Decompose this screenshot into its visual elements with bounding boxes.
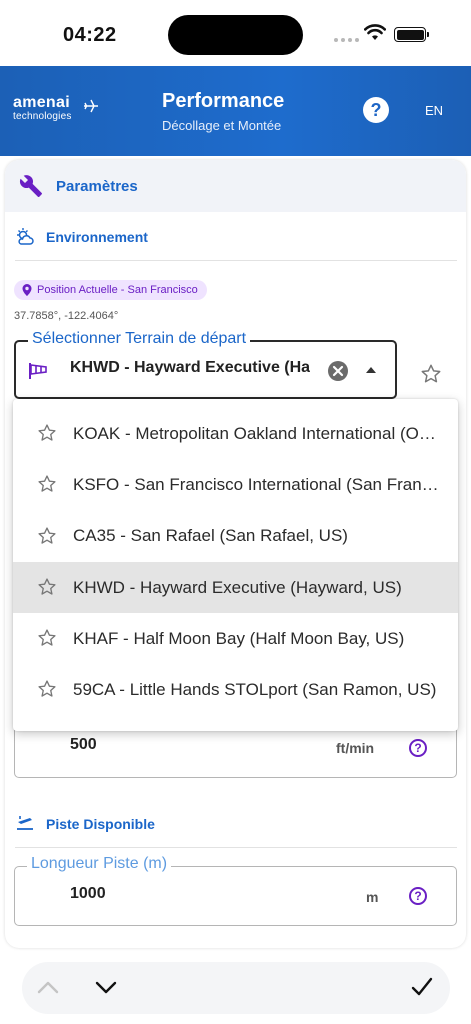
- signal-dots-icon: [334, 38, 359, 42]
- climb-rate-value: 500: [70, 736, 97, 753]
- airport-option[interactable]: KOAK - Metropolitan Oakland Internationa…: [13, 408, 458, 459]
- runway-length-unit: m: [366, 889, 379, 905]
- departure-field-label: Sélectionner Terrain de départ: [28, 330, 251, 348]
- windsock-icon: [29, 363, 47, 379]
- departure-field-value: KHWD - Hayward Executive (Ha: [70, 359, 310, 376]
- card-title: Paramètres: [56, 178, 138, 195]
- battery-icon: [394, 27, 429, 42]
- wifi-icon: [364, 24, 386, 40]
- runway-length-value: 1000: [70, 885, 106, 902]
- logo-line1: amenai: [13, 94, 70, 111]
- status-bar: 04:22: [0, 0, 471, 66]
- runway-length-help-icon[interactable]: ?: [409, 887, 427, 905]
- airport-option[interactable]: KHAF - Half Moon Bay (Half Moon Bay, US): [13, 613, 458, 664]
- clear-icon[interactable]: [327, 360, 349, 382]
- wrench-icon: [19, 175, 42, 197]
- dynamic-island: [168, 15, 303, 55]
- airport-option-label: KSFO - San Francisco International (San …: [73, 474, 443, 494]
- favorite-star-icon[interactable]: [420, 363, 442, 385]
- airport-option-label: CA35 - San Rafael (San Rafael, US): [73, 526, 348, 546]
- page-title: Performance: [162, 90, 285, 112]
- airport-option-selected[interactable]: KHWD - Hayward Executive (Hayward, US): [13, 561, 458, 614]
- company-logo: amenai technologies: [13, 94, 98, 122]
- star-icon[interactable]: [37, 577, 57, 597]
- airport-option-label: KOAK - Metropolitan Oakland Internationa…: [73, 423, 443, 443]
- divider: [15, 847, 457, 848]
- runway-length-field[interactable]: Longueur Piste (m) 1000 m ?: [14, 855, 457, 926]
- climb-rate-unit: ft/min: [336, 740, 375, 756]
- star-icon[interactable]: [37, 526, 57, 546]
- star-icon[interactable]: [37, 679, 57, 699]
- divider: [15, 260, 457, 261]
- status-time: 04:22: [63, 24, 117, 46]
- runway-icon: [17, 816, 33, 830]
- airport-option-label: KHWD - Hayward Executive (Hayward, US): [73, 577, 402, 597]
- airport-option[interactable]: 59CA - Little Hands STOLport (San Ramon,…: [13, 664, 458, 715]
- airport-option[interactable]: KSFO - San Francisco International (San …: [13, 459, 458, 510]
- climb-rate-help-icon[interactable]: ?: [409, 739, 427, 757]
- input-accessory-toolbar: [22, 962, 450, 1014]
- airport-dropdown-list: KOAK - Metropolitan Oakland Internationa…: [13, 399, 458, 731]
- weather-icon: [17, 228, 34, 245]
- dropdown-arrow-icon[interactable]: [365, 366, 377, 374]
- environment-section-title: Environnement: [46, 229, 148, 245]
- coordinates-text: 37.7858°, -122.4064°: [14, 310, 119, 322]
- help-button[interactable]: ?: [363, 97, 389, 123]
- done-check-icon[interactable]: [410, 975, 434, 999]
- location-chip[interactable]: Position Actuelle - San Francisco: [14, 280, 207, 300]
- star-icon[interactable]: [37, 628, 57, 648]
- runway-section-title: Piste Disponible: [46, 816, 155, 832]
- language-toggle[interactable]: EN: [425, 103, 443, 118]
- card-header[interactable]: Paramètres: [5, 160, 466, 212]
- page-subtitle: Décollage et Montée: [162, 118, 282, 133]
- previous-field-icon[interactable]: [36, 977, 60, 997]
- location-pin-icon: [22, 284, 32, 296]
- departure-airport-select[interactable]: Sélectionner Terrain de départ KHWD - Ha…: [14, 330, 397, 399]
- next-field-icon[interactable]: [94, 977, 118, 997]
- airport-option[interactable]: CA35 - San Rafael (San Rafael, US): [13, 511, 458, 562]
- logo-line2: technologies: [13, 111, 72, 122]
- plane-icon: [84, 99, 98, 113]
- app-header: amenai technologies Performance Décollag…: [0, 66, 471, 156]
- star-icon[interactable]: [37, 474, 57, 494]
- airport-option-label: KHAF - Half Moon Bay (Half Moon Bay, US): [73, 628, 405, 648]
- location-chip-label: Position Actuelle - San Francisco: [37, 284, 198, 296]
- star-icon[interactable]: [37, 423, 57, 443]
- runway-length-label: Longueur Piste (m): [27, 855, 172, 873]
- airport-option-label: 59CA - Little Hands STOLport (San Ramon,…: [73, 680, 437, 700]
